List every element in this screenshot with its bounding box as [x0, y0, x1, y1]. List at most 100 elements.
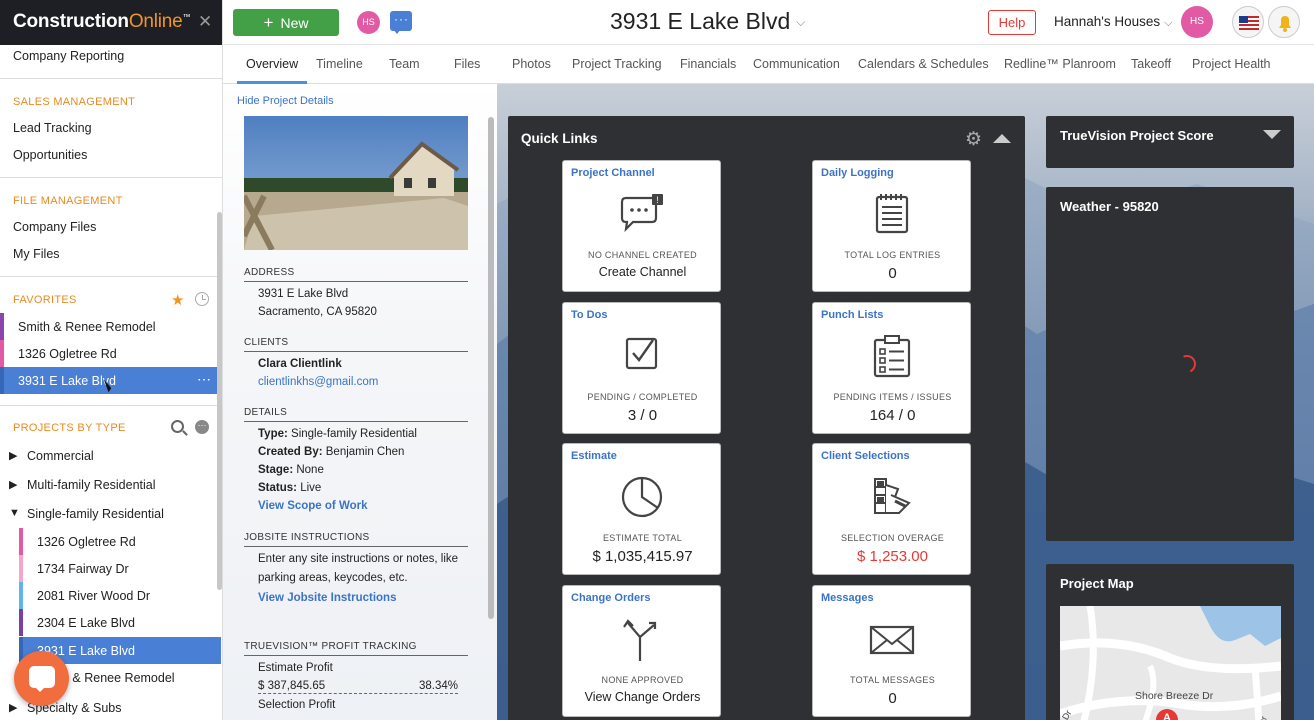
card-value: View Change Orders	[584, 690, 701, 704]
estimate-profit-label: Estimate Profit	[258, 662, 333, 674]
new-button[interactable]: + New	[233, 9, 339, 36]
tab-redline[interactable]: Redline™ Planroom	[1004, 57, 1116, 71]
stage-label: Stage:	[258, 464, 294, 476]
map[interactable]: Shore Breeze Dr Dr Dr A	[1060, 606, 1281, 720]
loading-spinner-icon	[1175, 352, 1199, 376]
tab-overview[interactable]: Overview	[246, 57, 298, 71]
project-title-dropdown[interactable]: 3931 E Lake Blvd ⌵	[610, 8, 805, 35]
type-multi-family[interactable]: ▶ Multi-family Residential	[0, 478, 221, 498]
tab-photos[interactable]: Photos	[512, 57, 551, 71]
tab-project-health[interactable]: Project Health	[1192, 57, 1271, 71]
sidebar-item-opportunities[interactable]: Opportunities	[13, 148, 87, 162]
caret-right-icon: ▶	[9, 479, 18, 491]
card-to-dos[interactable]: To Dos PENDING / COMPLETED 3 / 0	[562, 302, 721, 434]
map-pin-label: A	[1163, 712, 1171, 720]
sidebar-item-lead-tracking[interactable]: Lead Tracking	[13, 121, 92, 135]
tab-team[interactable]: Team	[389, 57, 420, 71]
tab-files[interactable]: Files	[454, 57, 480, 71]
sidebar-item-company-files[interactable]: Company Files	[13, 220, 96, 234]
card-estimate[interactable]: Estimate ESTIMATE TOTAL $ 1,035,415.97	[562, 443, 721, 575]
color-bar	[19, 609, 23, 636]
more-options-icon[interactable]: ···	[195, 420, 209, 434]
company-name: Hannah's Houses	[1054, 14, 1161, 29]
favorite-item[interactable]: Smith & Renee Remodel	[0, 313, 221, 340]
star-icon[interactable]: ★	[171, 291, 184, 309]
card-subtitle: PENDING ITEMS / ISSUES	[833, 392, 952, 402]
collapse-icon[interactable]	[993, 134, 1011, 143]
card-title: Project Channel	[571, 167, 655, 179]
card-value: 0	[888, 265, 897, 282]
jobsite-text: parking areas, keycodes, etc.	[258, 572, 408, 584]
card-subtitle: NO CHANNEL CREATED	[588, 250, 697, 260]
widget-title: TrueVision Project Score	[1060, 128, 1214, 143]
widget-title: Project Map	[1060, 576, 1134, 591]
top-bar: + New HS ··· 3931 E Lake Blvd ⌵ Help Hanna…	[223, 0, 1314, 45]
chat-icon-tail	[34, 686, 46, 692]
company-dropdown[interactable]: Hannah's Houses ⌵	[1054, 14, 1173, 30]
bell-icon[interactable]	[1268, 6, 1300, 38]
tab-timeline[interactable]: Timeline	[316, 57, 363, 71]
gear-icon[interactable]: ⚙	[965, 128, 982, 151]
detail-stage: Stage: None	[258, 464, 324, 476]
tab-calendars[interactable]: Calendars & Schedules	[858, 57, 989, 71]
card-subtitle: SELECTION OVERAGE	[840, 533, 945, 543]
project-item[interactable]: 2081 River Wood Dr	[19, 582, 221, 609]
card-value: 164 / 0	[869, 407, 916, 424]
project-label: 2081 River Wood Dr	[37, 589, 151, 603]
view-jobsite-link[interactable]: View Jobsite Instructions	[258, 592, 396, 604]
type-label: Type:	[258, 428, 288, 440]
tab-financials[interactable]: Financials	[680, 57, 736, 71]
divider	[0, 276, 222, 277]
brand-bar: ConstructionOnline™ ✕	[0, 0, 222, 45]
caret-right-icon: ▶	[9, 702, 18, 714]
tab-project-tracking[interactable]: Project Tracking	[572, 57, 662, 71]
checkbox-icon	[624, 334, 660, 377]
type-single-family[interactable]: ▼ Single-family Residential	[0, 507, 221, 527]
project-item[interactable]: 1734 Fairway Dr	[19, 555, 221, 582]
card-punch-lists[interactable]: Punch Lists PENDING ITEMS / ISSUES 164 /…	[812, 302, 971, 434]
card-value: 0	[888, 690, 897, 707]
search-icon[interactable]	[171, 420, 188, 436]
address-line1: 3931 E Lake Blvd	[258, 288, 349, 300]
chat-support-button[interactable]	[14, 651, 69, 706]
close-icon[interactable]: ✕	[198, 12, 212, 32]
sidebar-item-company-reporting[interactable]: Company Reporting	[13, 49, 124, 63]
detail-type: Type: Single-family Residential	[258, 428, 417, 440]
card-change-orders[interactable]: Change Orders NONE APPROVED View Change …	[562, 585, 721, 717]
card-value: 3 / 0	[627, 407, 658, 424]
card-project-channel[interactable]: Project Channel ! NO CHANNEL CREATED Cre…	[562, 160, 721, 292]
address-line2: Sacramento, CA 95820	[258, 306, 377, 318]
tab-communication[interactable]: Communication	[753, 57, 840, 71]
view-scope-link[interactable]: View Scope of Work	[258, 500, 368, 512]
branch-icon	[622, 617, 662, 668]
user-avatar[interactable]: HS	[1181, 6, 1213, 38]
project-map-widget: Project Map Shore Breeze Dr Dr Dr A	[1046, 564, 1294, 720]
card-daily-logging[interactable]: Daily Logging TOTAL LOG ENTRIES 0	[812, 160, 971, 292]
favorite-item[interactable]: 1326 Ogletree Rd	[0, 340, 221, 367]
card-client-selections[interactable]: Client Selections SELECTION OVERAGE $ 1,…	[812, 443, 971, 575]
project-item[interactable]: 1326 Ogletree Rd	[19, 528, 221, 555]
hide-details-link[interactable]: Hide Project Details	[237, 95, 334, 107]
message-icon[interactable]: ···	[390, 11, 412, 34]
status-label: Status:	[258, 482, 297, 494]
tab-takeoff[interactable]: Takeoff	[1131, 57, 1171, 71]
details-header: DETAILS	[244, 407, 468, 422]
logo[interactable]: ConstructionOnline™	[13, 11, 191, 33]
help-button[interactable]: Help	[988, 10, 1036, 35]
avatar[interactable]: HS	[357, 11, 380, 34]
card-messages[interactable]: Messages TOTAL MESSAGES 0	[812, 585, 971, 717]
type-commercial[interactable]: ▶ Commercial	[0, 449, 221, 469]
project-item[interactable]: 2304 E Lake Blvd	[19, 609, 221, 636]
clock-icon[interactable]	[195, 292, 209, 306]
client-email-link[interactable]: clientlinkhs@gmail.com	[258, 376, 378, 388]
project-photo[interactable]	[244, 116, 468, 250]
jobsite-header: JOBSITE INSTRUCTIONS	[244, 532, 468, 547]
details-scrollbar[interactable]	[488, 117, 494, 619]
project-details-panel: Hide Project Details ADDRESS 3931 E Lake…	[223, 84, 497, 720]
sidebar-item-my-files[interactable]: My Files	[13, 247, 60, 261]
profit-header: TRUEVISION™ PROFIT TRACKING	[244, 641, 468, 656]
expand-icon[interactable]	[1263, 130, 1281, 139]
sidebar-scrollbar[interactable]	[217, 212, 222, 590]
us-flag-icon[interactable]	[1232, 6, 1264, 38]
more-icon[interactable]: ⋯	[197, 371, 211, 388]
